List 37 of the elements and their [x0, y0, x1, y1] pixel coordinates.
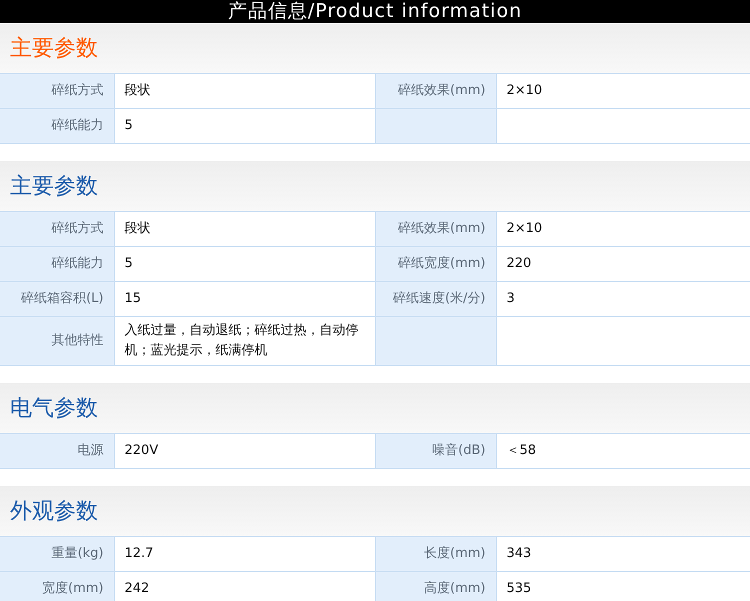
- section-title: 主要参数: [10, 34, 98, 62]
- spec-label: 电源: [0, 434, 114, 469]
- spec-label: 碎纸宽度(mm): [375, 246, 496, 282]
- spec-value: 2×10: [496, 212, 750, 246]
- spec-label: 碎纸方式: [0, 212, 114, 246]
- spec-value: 12.7: [114, 536, 375, 572]
- spec-label: 碎纸方式: [0, 74, 114, 108]
- spec-label: 碎纸效果(mm): [375, 74, 496, 108]
- spec-value: 段状: [114, 74, 375, 108]
- spec-label: 碎纸能力: [0, 246, 114, 282]
- spec-value: ＜58: [496, 434, 750, 469]
- spec-label: 宽度(mm): [0, 572, 114, 601]
- spec-label: 碎纸能力: [0, 108, 114, 144]
- spec-label: 高度(mm): [375, 572, 496, 601]
- section-title: 主要参数: [10, 172, 98, 200]
- spec-value: 220V: [114, 434, 375, 469]
- spec-value: 段状: [114, 212, 375, 246]
- spec-label: 碎纸速度(米/分): [375, 282, 496, 316]
- spec-value: 3: [496, 282, 750, 316]
- spec-value: 2×10: [496, 74, 750, 108]
- section-title: 电气参数: [10, 394, 98, 423]
- spec-label: 重量(kg): [0, 536, 114, 572]
- spec-value: 入纸过量，自动退纸；碎纸过热，自动停机；蓝光提示，纸满停机: [114, 316, 375, 366]
- spec-label: 其他特性: [0, 316, 114, 366]
- section-title: 外观参数: [10, 498, 98, 526]
- spec-label: 碎纸效果(mm): [375, 212, 496, 246]
- spec-value: 5: [114, 246, 375, 282]
- spec-value: 535: [496, 572, 750, 601]
- spec-value: 5: [114, 108, 375, 144]
- banner-title: 产品信息/Product information: [228, 0, 522, 23]
- spec-value: 15: [114, 282, 375, 316]
- spec-value: 220: [496, 246, 750, 282]
- spec-label: 碎纸箱容积(L): [0, 282, 114, 316]
- spec-label: 噪音(dB): [375, 434, 496, 469]
- spec-label: 长度(mm): [375, 536, 496, 572]
- spec-value: 242: [114, 572, 375, 601]
- spec-value: 343: [496, 536, 750, 572]
